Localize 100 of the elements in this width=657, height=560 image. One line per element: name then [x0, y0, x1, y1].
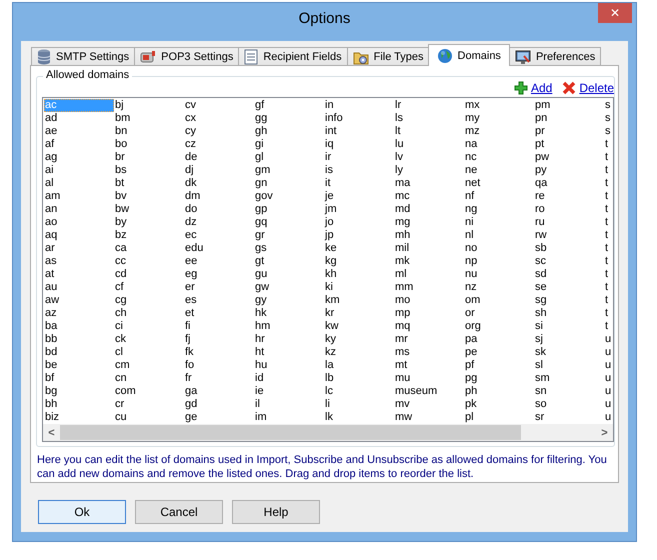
domain-item[interactable]: lc [324, 385, 394, 398]
domain-item[interactable]: museum [394, 385, 464, 398]
domain-item[interactable]: gq [254, 216, 324, 229]
domain-item[interactable]: cf [114, 281, 184, 294]
domain-item[interactable]: bs [114, 164, 184, 177]
domain-item[interactable]: bz [114, 229, 184, 242]
domain-item[interactable]: ht [254, 346, 324, 359]
domain-item[interactable]: ai [44, 164, 114, 177]
domain-item[interactable]: pt [534, 138, 604, 151]
domain-item[interactable]: bh [44, 398, 114, 411]
domain-item[interactable]: s [604, 112, 613, 125]
domain-item[interactable]: mx [464, 99, 534, 112]
domain-item[interactable]: ch [114, 307, 184, 320]
domain-item[interactable]: ma [394, 177, 464, 190]
domain-item[interactable]: cu [114, 411, 184, 424]
domain-item[interactable]: cl [114, 346, 184, 359]
domain-item[interactable]: kg [324, 255, 394, 268]
domain-item[interactable]: bd [44, 346, 114, 359]
domain-item[interactable]: ie [254, 385, 324, 398]
tab[interactable]: Preferences [508, 47, 602, 66]
domain-item[interactable]: bn [114, 125, 184, 138]
dialog-button[interactable]: Ok [38, 500, 126, 524]
domain-item[interactable]: mt [394, 359, 464, 372]
domain-item[interactable]: ca [114, 242, 184, 255]
domain-item[interactable]: cn [114, 372, 184, 385]
domain-item[interactable]: pg [464, 372, 534, 385]
domain-item[interactable]: mh [394, 229, 464, 242]
domain-item[interactable]: sl [534, 359, 604, 372]
domain-item[interactable]: kh [324, 268, 394, 281]
domain-item[interactable]: ba [44, 320, 114, 333]
horizontal-scrollbar[interactable]: < > [43, 424, 613, 441]
domain-item[interactable]: gf [254, 99, 324, 112]
domain-item[interactable]: gov [254, 190, 324, 203]
domain-item[interactable]: ng [464, 203, 534, 216]
domain-item[interactable]: cv [184, 99, 254, 112]
domain-item[interactable]: mz [464, 125, 534, 138]
tab[interactable]: Recipient Fields [238, 47, 348, 66]
domain-item[interactable]: u [604, 372, 613, 385]
domain-item[interactable]: at [44, 268, 114, 281]
domain-item[interactable]: ky [324, 333, 394, 346]
domain-item[interactable]: aq [44, 229, 114, 242]
domain-item[interactable]: ir [324, 151, 394, 164]
domain-item[interactable]: sn [534, 385, 604, 398]
domain-item[interactable]: ph [464, 385, 534, 398]
domain-item[interactable]: lr [394, 99, 464, 112]
domain-item[interactable]: li [324, 398, 394, 411]
domain-item[interactable]: u [604, 411, 613, 424]
domain-item[interactable]: iq [324, 138, 394, 151]
domain-item[interactable]: ni [464, 216, 534, 229]
domain-item[interactable]: cc [114, 255, 184, 268]
domain-item[interactable]: ee [184, 255, 254, 268]
domain-item[interactable]: ao [44, 216, 114, 229]
domain-item[interactable]: biz [44, 411, 114, 424]
domain-item[interactable]: t [604, 229, 613, 242]
domain-item[interactable]: ge [184, 411, 254, 424]
scroll-left-button[interactable]: < [43, 424, 60, 441]
domain-item[interactable]: bb [44, 333, 114, 346]
domain-item[interactable]: kz [324, 346, 394, 359]
domain-item[interactable]: no [464, 242, 534, 255]
domain-item[interactable]: ke [324, 242, 394, 255]
domain-item[interactable]: is [324, 164, 394, 177]
domain-item[interactable]: id [254, 372, 324, 385]
domain-item[interactable]: dz [184, 216, 254, 229]
domain-item[interactable]: sm [534, 372, 604, 385]
close-button[interactable]: ✕ [598, 3, 632, 23]
domain-item[interactable]: ne [464, 164, 534, 177]
domain-item[interactable]: al [44, 177, 114, 190]
domain-item[interactable]: cr [114, 398, 184, 411]
domain-item[interactable]: mv [394, 398, 464, 411]
domain-item[interactable]: pw [534, 151, 604, 164]
domain-item[interactable]: t [604, 151, 613, 164]
domain-item[interactable]: er [184, 281, 254, 294]
domain-item[interactable]: pl [464, 411, 534, 424]
domain-item[interactable]: au [44, 281, 114, 294]
domain-item[interactable]: lv [394, 151, 464, 164]
domain-item[interactable]: an [44, 203, 114, 216]
domain-item[interactable]: ad [44, 112, 114, 125]
domain-item[interactable]: la [324, 359, 394, 372]
domain-item[interactable]: de [184, 151, 254, 164]
domain-item[interactable]: np [464, 255, 534, 268]
domain-item[interactable]: pa [464, 333, 534, 346]
domain-item[interactable]: sc [534, 255, 604, 268]
domain-item[interactable]: fr [184, 372, 254, 385]
domain-item[interactable]: be [44, 359, 114, 372]
domain-item[interactable]: ki [324, 281, 394, 294]
domain-item[interactable]: sg [534, 294, 604, 307]
domain-item[interactable]: pe [464, 346, 534, 359]
domain-item[interactable]: mq [394, 320, 464, 333]
domain-item[interactable]: si [534, 320, 604, 333]
domain-item[interactable]: hm [254, 320, 324, 333]
domain-item[interactable]: bj [114, 99, 184, 112]
domain-item[interactable]: s [604, 125, 613, 138]
domain-item[interactable]: lk [324, 411, 394, 424]
domain-item[interactable]: ms [394, 346, 464, 359]
domain-item[interactable]: cy [184, 125, 254, 138]
domain-item[interactable]: bt [114, 177, 184, 190]
domain-item[interactable]: cz [184, 138, 254, 151]
domain-item[interactable]: mp [394, 307, 464, 320]
domain-item[interactable]: gw [254, 281, 324, 294]
domain-item[interactable]: br [114, 151, 184, 164]
